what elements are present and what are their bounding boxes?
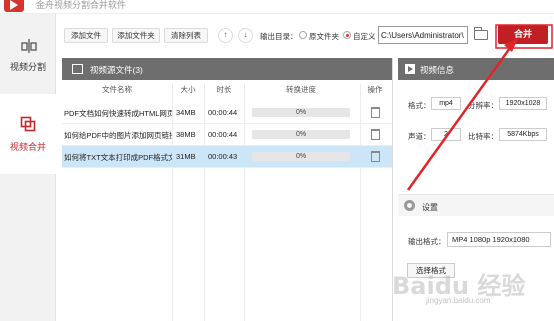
watermark-url: jingyan.baidu.com xyxy=(426,296,491,305)
